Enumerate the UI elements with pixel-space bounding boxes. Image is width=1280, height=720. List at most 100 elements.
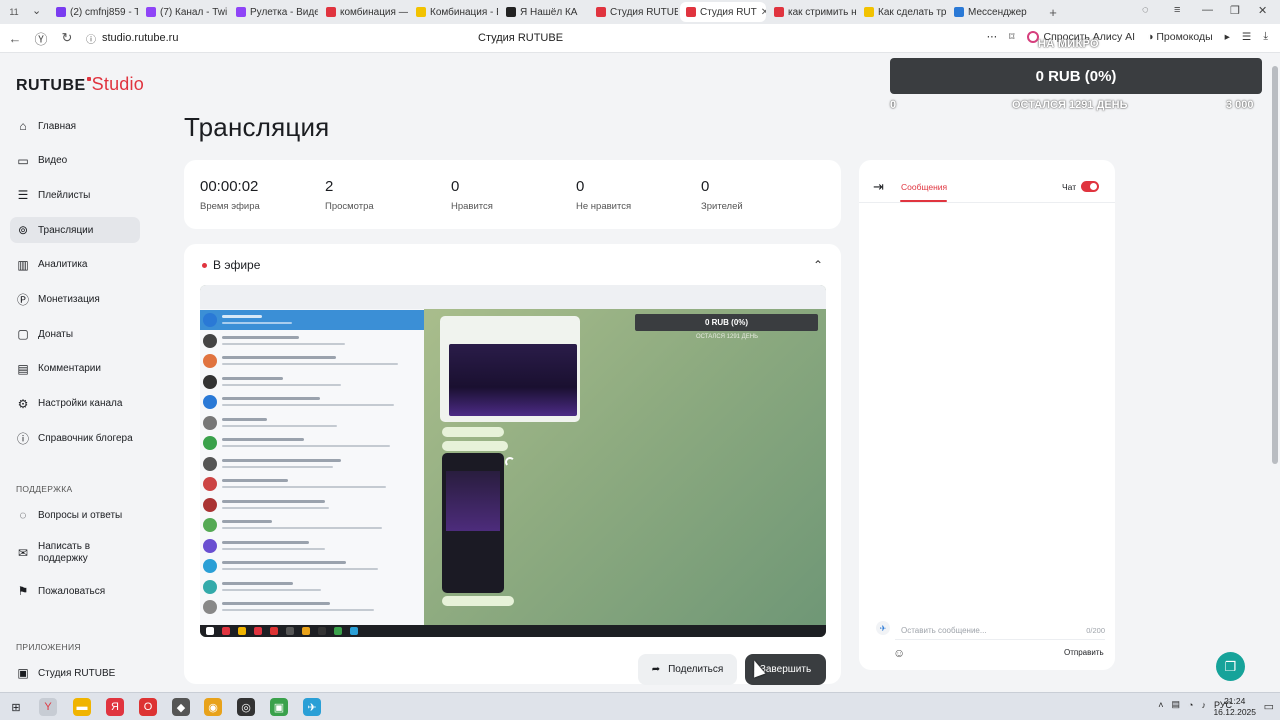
sidebar-item-donate[interactable]: ▢ Донаты <box>10 321 140 347</box>
collections-icon[interactable]: ☰ <box>1242 31 1251 43</box>
sidebar-item-playlist[interactable]: ☰ Плейлисты <box>10 182 140 208</box>
site-info-icon[interactable]: ⓘ <box>86 31 96 46</box>
chat-toggle[interactable] <box>1081 181 1099 192</box>
telegram-icon[interactable]: ✈ <box>303 698 321 716</box>
browser-tab[interactable]: Комбинация - E <box>410 2 498 22</box>
file-explorer-icon[interactable]: ▬ <box>73 698 91 716</box>
playlist-icon: ☰ <box>17 188 29 203</box>
yandex-browser-icon[interactable]: Y <box>39 698 57 716</box>
browser-tab[interactable]: комбинация — <box>320 2 408 22</box>
yandex-icon[interactable]: Я <box>106 698 124 716</box>
sidebar-item-flag[interactable]: ⚑ Пожаловаться <box>10 578 140 604</box>
sidebar-item-comment[interactable]: ▤ Комментарии <box>10 356 140 382</box>
browser-tab[interactable]: как стримить н <box>768 2 856 22</box>
network-icon[interactable]: ▤ <box>1172 699 1181 710</box>
back-icon[interactable]: ← <box>2 31 28 46</box>
tab-counter[interactable]: 11 <box>0 7 28 17</box>
yandex-icon[interactable]: Ⓨ <box>28 29 54 48</box>
sidebar-item-mail[interactable]: ✉ Написать в поддержку <box>10 536 140 570</box>
stream-preview[interactable]: 0 RUB (0%) ОСТАЛСЯ 1291 ДЕНЬ <box>200 285 826 637</box>
close-tab-icon[interactable]: ✕ <box>761 7 766 18</box>
chevron-up-icon[interactable]: ⌃ <box>813 258 823 272</box>
collapse-panel-icon[interactable]: ⇥ <box>873 179 884 195</box>
preview-chat-row <box>200 310 424 330</box>
chat-message-input[interactable] <box>895 624 1065 637</box>
tray-expand-icon[interactable]: ˄ <box>1158 700 1163 710</box>
notifications-icon[interactable]: ▭ <box>1264 700 1274 713</box>
preview-chat-row <box>200 597 424 617</box>
overlay-goal-label: НА МИКРО <box>1038 38 1099 50</box>
chrome-icon[interactable]: ◉ <box>204 698 222 716</box>
app-icon[interactable]: ◆ <box>172 698 190 716</box>
preview-loading-icon <box>505 457 515 467</box>
browser-tab[interactable]: Студия RUTUB <box>590 2 678 22</box>
promo-button[interactable]: ◑ Промокоды <box>1147 31 1213 43</box>
sidebar-item-ruble[interactable]: Ⓟ Монетизация <box>10 286 140 312</box>
stat-label: Просмотра <box>325 201 374 212</box>
preview-line <box>222 561 346 564</box>
start-icon[interactable]: ⊞ <box>7 698 25 716</box>
tab-favicon-icon <box>954 7 964 17</box>
donation-goal-bar: 0 RUB (0%) <box>890 58 1262 94</box>
sidebar-item-faq[interactable]: ◌ Вопросы и ответы <box>10 502 140 528</box>
help-book-icon: ⓘ <box>16 431 29 446</box>
reload-icon[interactable]: ↻ <box>54 30 80 46</box>
opera-icon[interactable]: O <box>139 698 157 716</box>
sidebar-item-settings[interactable]: ⚙ Настройки канала <box>10 391 140 417</box>
maximize-icon[interactable]: ❐ <box>1230 4 1240 17</box>
browser-tab[interactable]: Студия RUT ✕ <box>680 2 766 22</box>
sidebar-item-help-book[interactable]: ⓘ Справочник блогера <box>10 425 140 451</box>
sidebar-item-broadcast[interactable]: ⊚ Трансляции <box>10 217 140 244</box>
tab-messages[interactable]: Сообщения <box>901 182 947 192</box>
tab-favicon-icon <box>236 7 246 17</box>
browser-tab[interactable]: Я Нашёл КА <box>500 2 588 22</box>
browser-tab[interactable]: (2) cmfnj859 - T <box>50 2 138 22</box>
preview-line <box>222 506 329 509</box>
preview-line <box>222 342 345 345</box>
preview-chat-row <box>200 351 424 371</box>
sidebar-item-label: Видео <box>38 155 68 167</box>
new-tab-button[interactable]: + <box>1044 5 1062 20</box>
emoji-icon[interactable]: ☺ <box>893 646 905 660</box>
wifi-icon[interactable]: ◔ <box>1188 700 1193 710</box>
logo-dot <box>86 77 91 81</box>
scrollbar-thumb[interactable] <box>1272 66 1278 464</box>
support-chat-icon[interactable]: ❐ <box>1216 652 1245 681</box>
obs-icon[interactable]: ◎ <box>237 698 255 716</box>
preview-bubble <box>442 596 514 606</box>
send-button[interactable]: Отправить <box>1064 648 1104 657</box>
minecraft-icon[interactable]: ▣ <box>270 698 288 716</box>
menu-icon[interactable]: ≡ <box>1174 4 1180 16</box>
sidebar-item-video[interactable]: ▭ Видео <box>10 148 140 174</box>
url-field[interactable]: ⓘ studio.rutube.ru <box>86 31 178 46</box>
rutube-studio-logo[interactable]: RUTUBE Studio <box>16 74 144 95</box>
bookmark-icon[interactable]: ⌑ <box>1009 31 1014 43</box>
clock[interactable]: 21:24 16.12.2025 <box>1213 696 1256 718</box>
share-button[interactable]: ➦ Поделиться <box>638 654 737 685</box>
volume-icon[interactable]: ♪ <box>1201 700 1206 710</box>
browser-tab[interactable]: Мессенджер <box>948 2 1036 22</box>
home-icon: ⌂ <box>19 119 27 133</box>
sidebar-item-studio[interactable]: ▣ Студия RUTUBE <box>10 660 140 686</box>
download-icon[interactable]: ⤓ <box>1263 30 1268 43</box>
browser-tab[interactable]: Как сделать тр <box>858 2 946 22</box>
preview-taskbar-icon <box>286 627 294 635</box>
minimize-icon[interactable]: — <box>1202 4 1213 16</box>
preview-line <box>222 479 288 482</box>
more-icon[interactable]: ⋯ <box>987 31 998 43</box>
close-window-icon[interactable]: ✕ <box>1258 4 1267 17</box>
sidebar-item-analytics[interactable]: ▥ Аналитика <box>10 252 140 278</box>
video-icon: ▭ <box>17 153 29 168</box>
extension-icon[interactable]: ▸ <box>1225 31 1230 43</box>
tab-list-icon[interactable]: ⌄ <box>32 4 41 17</box>
preview-avatar <box>203 354 217 368</box>
preview-avatar <box>203 374 217 389</box>
preview-line <box>222 527 382 529</box>
preview-chat-row <box>200 556 424 576</box>
browser-tab[interactable]: (7) Канал - Twi <box>140 2 228 22</box>
preview-line <box>222 499 325 503</box>
share-icon: ➦ <box>651 664 661 675</box>
browser-tab[interactable]: Рулетка - Виде <box>230 2 318 22</box>
profile-icon[interactable]: ◌ <box>1142 4 1149 16</box>
sidebar-item-home[interactable]: ⌂ Главная <box>10 113 140 139</box>
